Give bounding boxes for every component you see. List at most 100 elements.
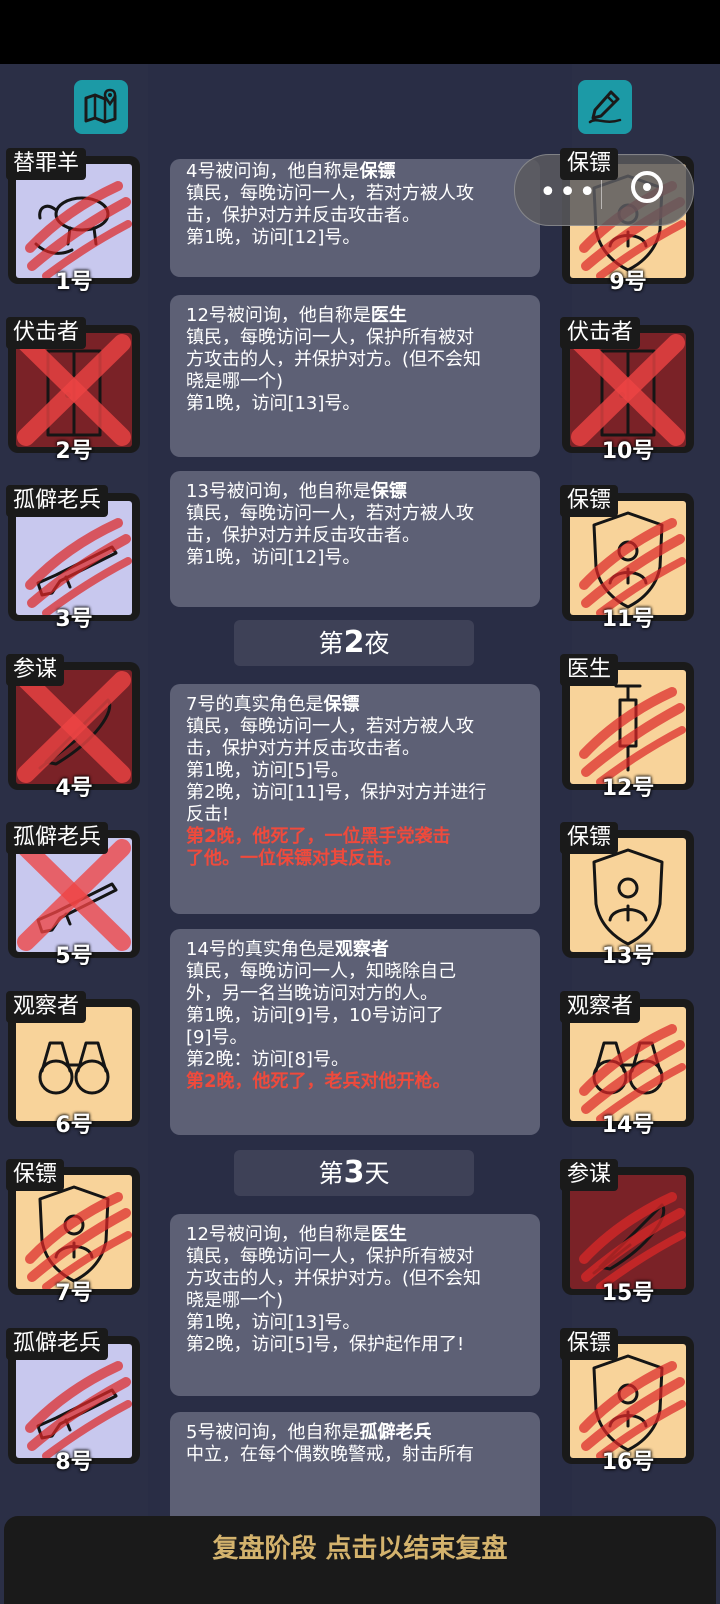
- shield-icon: [25, 1185, 132, 1289]
- role-tag: 伏击者: [560, 316, 641, 349]
- rifle-icon: [17, 839, 131, 951]
- shield-icon: [579, 511, 686, 615]
- player-card[interactable]: 孤僻老兵 5号: [6, 822, 142, 969]
- log-text: 第1晚，访问[13]号。: [186, 1312, 361, 1333]
- map-button[interactable]: [74, 80, 128, 134]
- log-card: 4号被问询，他自称是保镖 镇民，每晚访问一人，若对方被人攻 击，保护对方并反击攻…: [170, 159, 540, 277]
- door-icon: [571, 333, 685, 446]
- review-log[interactable]: 4号被问询，他自称是保镖 镇民，每晚访问一人，若对方被人攻 击，保护对方并反击攻…: [154, 159, 564, 1581]
- log-text: 第2晚，访问[11]号，保护对方并进行: [186, 782, 487, 803]
- log-card: 13号被问询，他自称是保镖 镇民，每晚访问一人，若对方被人攻 击，保护对方并反击…: [170, 471, 540, 607]
- log-text: 4号被问询，他自称是: [186, 161, 360, 182]
- player-card[interactable]: 孤僻老兵 3号: [6, 485, 142, 632]
- log-text: 12号被问询，他自称是: [186, 305, 371, 326]
- log-text: 晓是哪一个): [186, 371, 284, 392]
- log-text: 第1晚，访问[5]号。: [186, 760, 349, 781]
- log-card: 14号的真实角色是观察者 镇民，每晚访问一人，知晓除自己 外，另一名当晚访问对方…: [170, 929, 540, 1135]
- role-tag: 保镖: [560, 1327, 619, 1360]
- log-text: 镇民，每晚访问一人，知晓除自己: [186, 961, 456, 982]
- player-portrait: [570, 1006, 686, 1121]
- log-text: 镇民，每晚访问一人，若对方被人攻: [186, 716, 474, 737]
- player-card[interactable]: 参谋 15号: [560, 1159, 696, 1306]
- log-role: 孤僻老兵: [359, 1422, 432, 1443]
- player-portrait: [16, 838, 132, 952]
- player-card[interactable]: 保镖 7号: [6, 1159, 142, 1306]
- player-card[interactable]: 保镖 11号: [560, 485, 696, 632]
- player-card[interactable]: 保镖 16号: [560, 1327, 696, 1475]
- player-card[interactable]: 参谋 4号: [6, 653, 142, 801]
- log-text: 第2晚：访问[8]号。: [186, 1049, 349, 1070]
- player-portrait: [16, 1175, 132, 1289]
- player-portrait: [16, 501, 132, 615]
- player-portrait: [16, 1006, 132, 1121]
- edit-icon: [588, 90, 622, 124]
- player-card[interactable]: 伏击者 2号: [6, 316, 142, 464]
- log-text: 击，保护对方并反击攻击者。: [186, 525, 420, 546]
- log-text: 镇民，每晚访问一人，保护所有被对: [186, 1246, 474, 1267]
- binoculars-icon: [38, 1041, 110, 1094]
- player-portrait: [570, 838, 686, 952]
- log-text: 方攻击的人，并保护对方。(但不会知: [186, 1268, 482, 1289]
- log-role: 保镖: [323, 694, 360, 715]
- player-number: 10号: [601, 438, 655, 464]
- log-text: 第1晚，访问[12]号。: [186, 227, 361, 248]
- log-text: 外，另一名当晚访问对方的人。: [186, 983, 438, 1004]
- player-portrait: [16, 1343, 132, 1458]
- goat-icon: [25, 181, 132, 278]
- log-text: 5号被问询，他自称是: [186, 1422, 360, 1443]
- log-death-text: 第2晚，他死了，一位黑手党袭击: [186, 826, 451, 847]
- log-death-text: 了他。一位保镖对其反击。: [186, 848, 402, 869]
- role-tag: 观察者: [560, 990, 641, 1023]
- player-number: 5号: [55, 944, 93, 969]
- notes-button[interactable]: [578, 80, 632, 134]
- review-screen: 替罪羊 1号 伏击者 2号 孤僻老兵 3号 参谋 4号 孤僻老兵 5号 观察者 6号 保镖 7号 孤僻老兵 8…: [0, 64, 720, 1604]
- phase-header: 第2夜: [234, 620, 474, 666]
- shield-icon: [592, 848, 664, 946]
- log-text: 第1晚，访问[9]号，10号访问了: [186, 1005, 444, 1026]
- log-text: 镇民，每晚访问一人，若对方被人攻: [186, 183, 474, 204]
- log-text: 13号被问询，他自称是: [186, 481, 371, 502]
- more-icon[interactable]: •••: [539, 175, 598, 210]
- player-portrait: [16, 669, 132, 784]
- player-card[interactable]: 伏击者 10号: [560, 316, 696, 464]
- player-number: 8号: [55, 1449, 93, 1475]
- player-card[interactable]: 医生 12号: [560, 653, 696, 801]
- shield-icon: [579, 1354, 686, 1458]
- log-role: 观察者: [334, 939, 389, 960]
- map-icon: [84, 88, 117, 124]
- player-card[interactable]: 替罪羊 1号: [6, 148, 142, 295]
- role-tag: 替罪羊: [6, 148, 87, 180]
- log-text: 晓是哪一个): [186, 1290, 284, 1311]
- door-icon: [17, 333, 131, 446]
- role-tag: 孤僻老兵: [6, 1327, 109, 1360]
- player-number: 2号: [55, 438, 93, 464]
- log-card: 12号被问询，他自称是医生 镇民，每晚访问一人，保护所有被对 方攻击的人，并保护…: [170, 295, 540, 457]
- status-bar: [0, 0, 720, 64]
- log-role: 保镖: [370, 481, 407, 502]
- player-card[interactable]: 观察者 6号: [6, 990, 142, 1138]
- end-review-button[interactable]: 复盘阶段 点击以结束复盘: [4, 1516, 716, 1604]
- role-tag: 参谋: [6, 653, 65, 686]
- player-portrait: [570, 332, 686, 447]
- syringe-icon: [579, 684, 686, 784]
- player-card[interactable]: 保镖 13号: [560, 822, 696, 969]
- binoculars-icon: [579, 1023, 686, 1121]
- player-card[interactable]: 孤僻老兵 8号: [6, 1327, 142, 1475]
- close-icon[interactable]: [631, 171, 663, 203]
- player-number: 6号: [55, 1112, 93, 1138]
- player-number: 7号: [55, 1281, 93, 1306]
- log-card: 12号被问询，他自称是医生 镇民，每晚访问一人，保护所有被对 方攻击的人，并保护…: [170, 1214, 540, 1396]
- player-number: 15号: [601, 1281, 655, 1306]
- rifle-icon: [25, 1360, 132, 1458]
- role-tag: 孤僻老兵: [6, 822, 109, 854]
- role-tag: 保镖: [560, 485, 619, 517]
- player-number: 4号: [55, 775, 93, 801]
- role-tag: 观察者: [6, 990, 87, 1023]
- log-text: 7号的真实角色是: [186, 694, 324, 715]
- player-number: 1号: [55, 270, 93, 295]
- end-review-label: 复盘阶段 点击以结束复盘: [212, 1534, 508, 1564]
- role-tag: 保镖: [560, 148, 619, 180]
- player-number: 16号: [601, 1449, 655, 1475]
- player-card[interactable]: 观察者 14号: [560, 990, 696, 1138]
- phase-prefix: 第: [318, 1159, 344, 1188]
